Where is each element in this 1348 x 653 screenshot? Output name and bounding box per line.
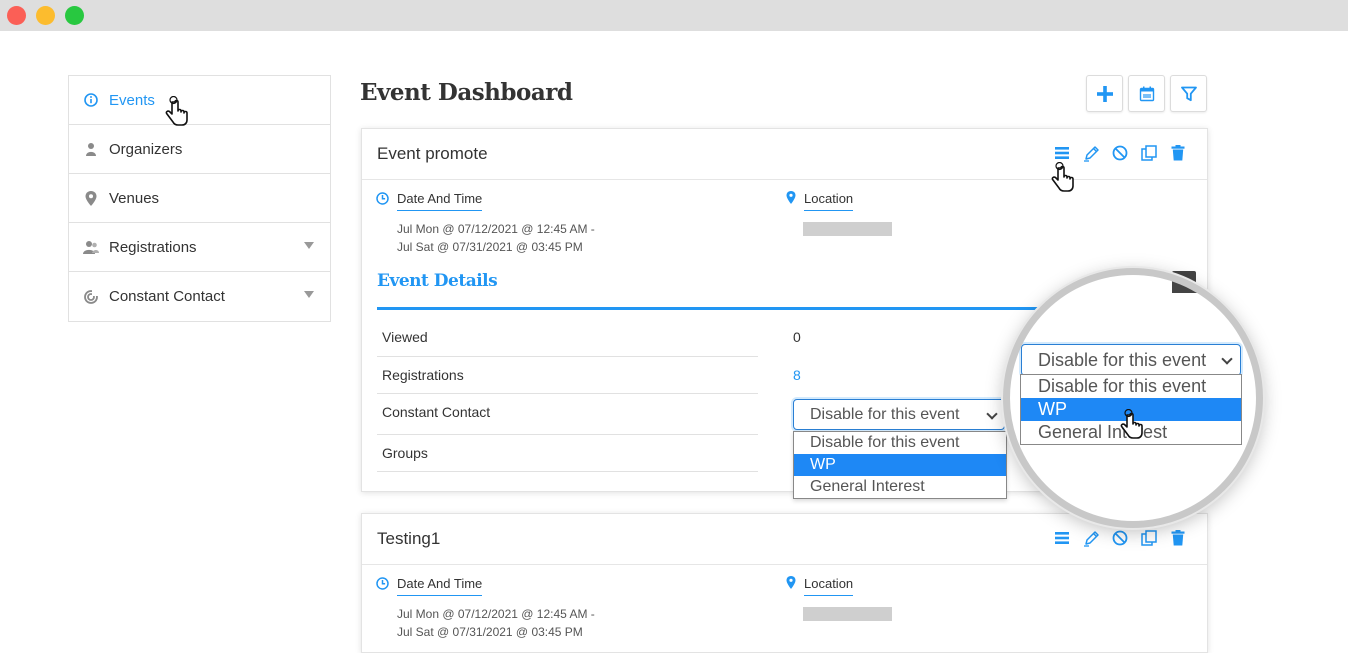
location-label: Location <box>804 576 854 596</box>
viewed-label: Viewed <box>377 329 758 357</box>
event-date-end: Jul Sat @ 07/31/2021 @ 03:45 PM <box>397 240 583 254</box>
location-value-redacted <box>803 607 892 621</box>
window-minimize-button[interactable] <box>36 6 55 25</box>
dropdown-option[interactable]: Disable for this event <box>794 432 1006 454</box>
sidebar: Events Organizers Venues Registrations C… <box>68 75 331 322</box>
constant-contact-select[interactable]: Disable for this event <box>793 399 1005 430</box>
dropdown-option[interactable]: General Interest <box>794 476 1006 498</box>
location-value-redacted <box>803 222 892 236</box>
constant-contact-select-zoomed: Disable for this event <box>1021 344 1241 376</box>
window-maximize-button[interactable] <box>65 6 84 25</box>
registrations-label: Registrations <box>377 367 758 394</box>
event-actions <box>1053 529 1187 547</box>
event-card-header: Testing1 <box>362 514 1207 565</box>
info-icon <box>83 92 99 108</box>
constant-contact-dropdown: Disable for this event WP General Intere… <box>793 431 1007 499</box>
event-actions <box>1053 144 1187 162</box>
clock-icon <box>376 577 389 590</box>
trash-icon[interactable] <box>1169 144 1187 162</box>
sidebar-item-events[interactable]: Events <box>69 76 330 125</box>
sidebar-item-constant-contact[interactable]: Constant Contact <box>69 272 330 321</box>
filter-button[interactable] <box>1170 75 1207 112</box>
chevron-down-icon <box>1221 353 1233 365</box>
date-time-label: Date And Time <box>397 191 483 211</box>
plus-icon <box>1096 85 1113 102</box>
calendar-icon <box>1139 86 1154 101</box>
sidebar-item-label: Organizers <box>109 140 183 158</box>
event-date-start: Jul Mon @ 07/12/2021 @ 12:45 AM - <box>397 222 595 236</box>
copy-icon[interactable] <box>1140 144 1158 162</box>
window-close-button[interactable] <box>7 6 26 25</box>
sidebar-item-label: Venues <box>109 189 160 207</box>
event-card-header: Event promote <box>362 129 1207 180</box>
copy-icon[interactable] <box>1140 529 1158 547</box>
dropdown-option-selected[interactable]: WP <box>794 454 1006 476</box>
user-icon <box>83 141 99 157</box>
dropdown-option: Disable for this event <box>1038 376 1207 396</box>
hand-pointer-icon <box>1051 162 1074 192</box>
event-date-start: Jul Mon @ 07/12/2021 @ 12:45 AM - <box>397 607 595 621</box>
select-value: Disable for this event <box>810 406 960 423</box>
select-value: Disable for this event <box>1038 350 1207 370</box>
sidebar-item-venues[interactable]: Venues <box>69 174 330 223</box>
pin-icon <box>83 190 99 206</box>
constant-contact-label: Constant Contact <box>377 404 758 435</box>
menu-icon[interactable] <box>1053 144 1071 162</box>
viewed-value: 0 <box>793 329 801 345</box>
ban-icon[interactable] <box>1111 144 1129 162</box>
pin-icon <box>786 191 796 204</box>
trash-icon[interactable] <box>1169 529 1187 547</box>
location-label: Location <box>804 191 854 211</box>
sidebar-item-organizers[interactable]: Organizers <box>69 125 330 174</box>
pin-icon <box>786 576 796 589</box>
event-title[interactable]: Testing1 <box>377 529 440 549</box>
chevron-down-icon[interactable] <box>304 291 314 298</box>
ical-export-button[interactable] <box>1128 75 1165 112</box>
zoom-magnifier: Disable for this event Disable for this … <box>1003 268 1263 528</box>
filter-icon <box>1180 86 1197 101</box>
dashboard-actions <box>1086 75 1207 112</box>
sidebar-item-registrations[interactable]: Registrations <box>69 223 330 272</box>
sidebar-item-label: Registrations <box>109 238 197 256</box>
edit-icon[interactable] <box>1082 529 1100 547</box>
clock-icon <box>376 192 389 205</box>
registrations-count-link[interactable]: 8 <box>793 367 801 383</box>
hand-pointer-icon <box>1120 409 1143 439</box>
constant-contact-icon <box>83 289 99 305</box>
chevron-down-icon[interactable] <box>304 242 314 249</box>
users-icon <box>83 239 99 255</box>
page-title: Event Dashboard <box>360 79 573 106</box>
event-title[interactable]: Event promote <box>377 144 488 164</box>
date-time-label: Date And Time <box>397 576 483 596</box>
sidebar-item-label: Events <box>109 91 155 109</box>
hand-pointer-icon <box>165 96 188 126</box>
sidebar-item-label: Constant Contact <box>109 288 225 305</box>
window-titlebar <box>0 0 1348 31</box>
menu-icon[interactable] <box>1053 529 1071 547</box>
chevron-down-icon <box>986 408 998 420</box>
edit-icon[interactable] <box>1082 144 1100 162</box>
event-card: Testing1 Date And Time Jul Mon @ 07/12/2… <box>361 513 1208 653</box>
event-date-end: Jul Sat @ 07/31/2021 @ 03:45 PM <box>397 625 583 639</box>
groups-label: Groups <box>377 445 758 472</box>
event-details-heading: Event Details <box>377 271 498 291</box>
add-event-button[interactable] <box>1086 75 1123 112</box>
ban-icon[interactable] <box>1111 529 1129 547</box>
